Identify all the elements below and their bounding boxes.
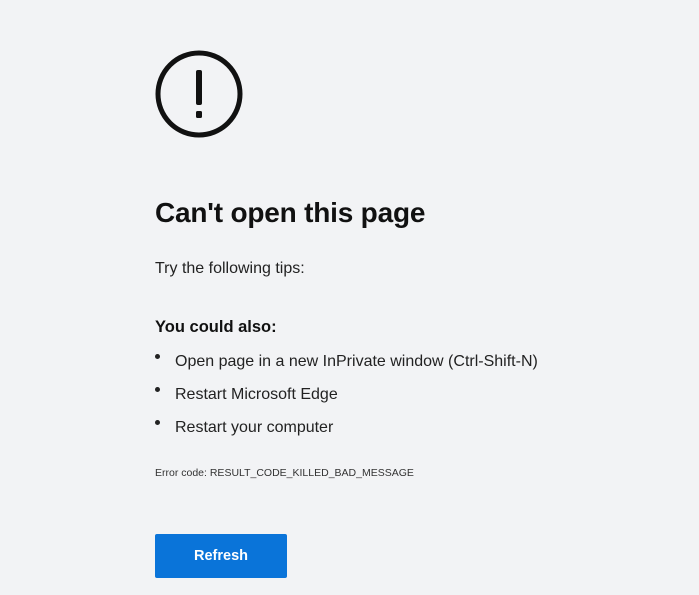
error-code: Error code: RESULT_CODE_KILLED_BAD_MESSA… (155, 467, 414, 479)
bullet-icon (155, 420, 160, 425)
tip-text: Restart Microsoft Edge (175, 386, 338, 403)
refresh-button[interactable]: Refresh (155, 534, 287, 578)
tip-text: Open page in a new InPrivate window (Ctr… (175, 353, 538, 370)
tips-intro: Try the following tips: (155, 260, 305, 277)
tip-text: Restart your computer (175, 419, 334, 436)
bullet-icon (155, 354, 160, 359)
bullet-icon (155, 387, 160, 392)
also-heading: You could also: (155, 318, 277, 336)
page-title: Can't open this page (155, 197, 426, 228)
error-page: Can't open this page Try the following t… (0, 0, 699, 595)
exclamation-circle-icon (155, 50, 243, 138)
